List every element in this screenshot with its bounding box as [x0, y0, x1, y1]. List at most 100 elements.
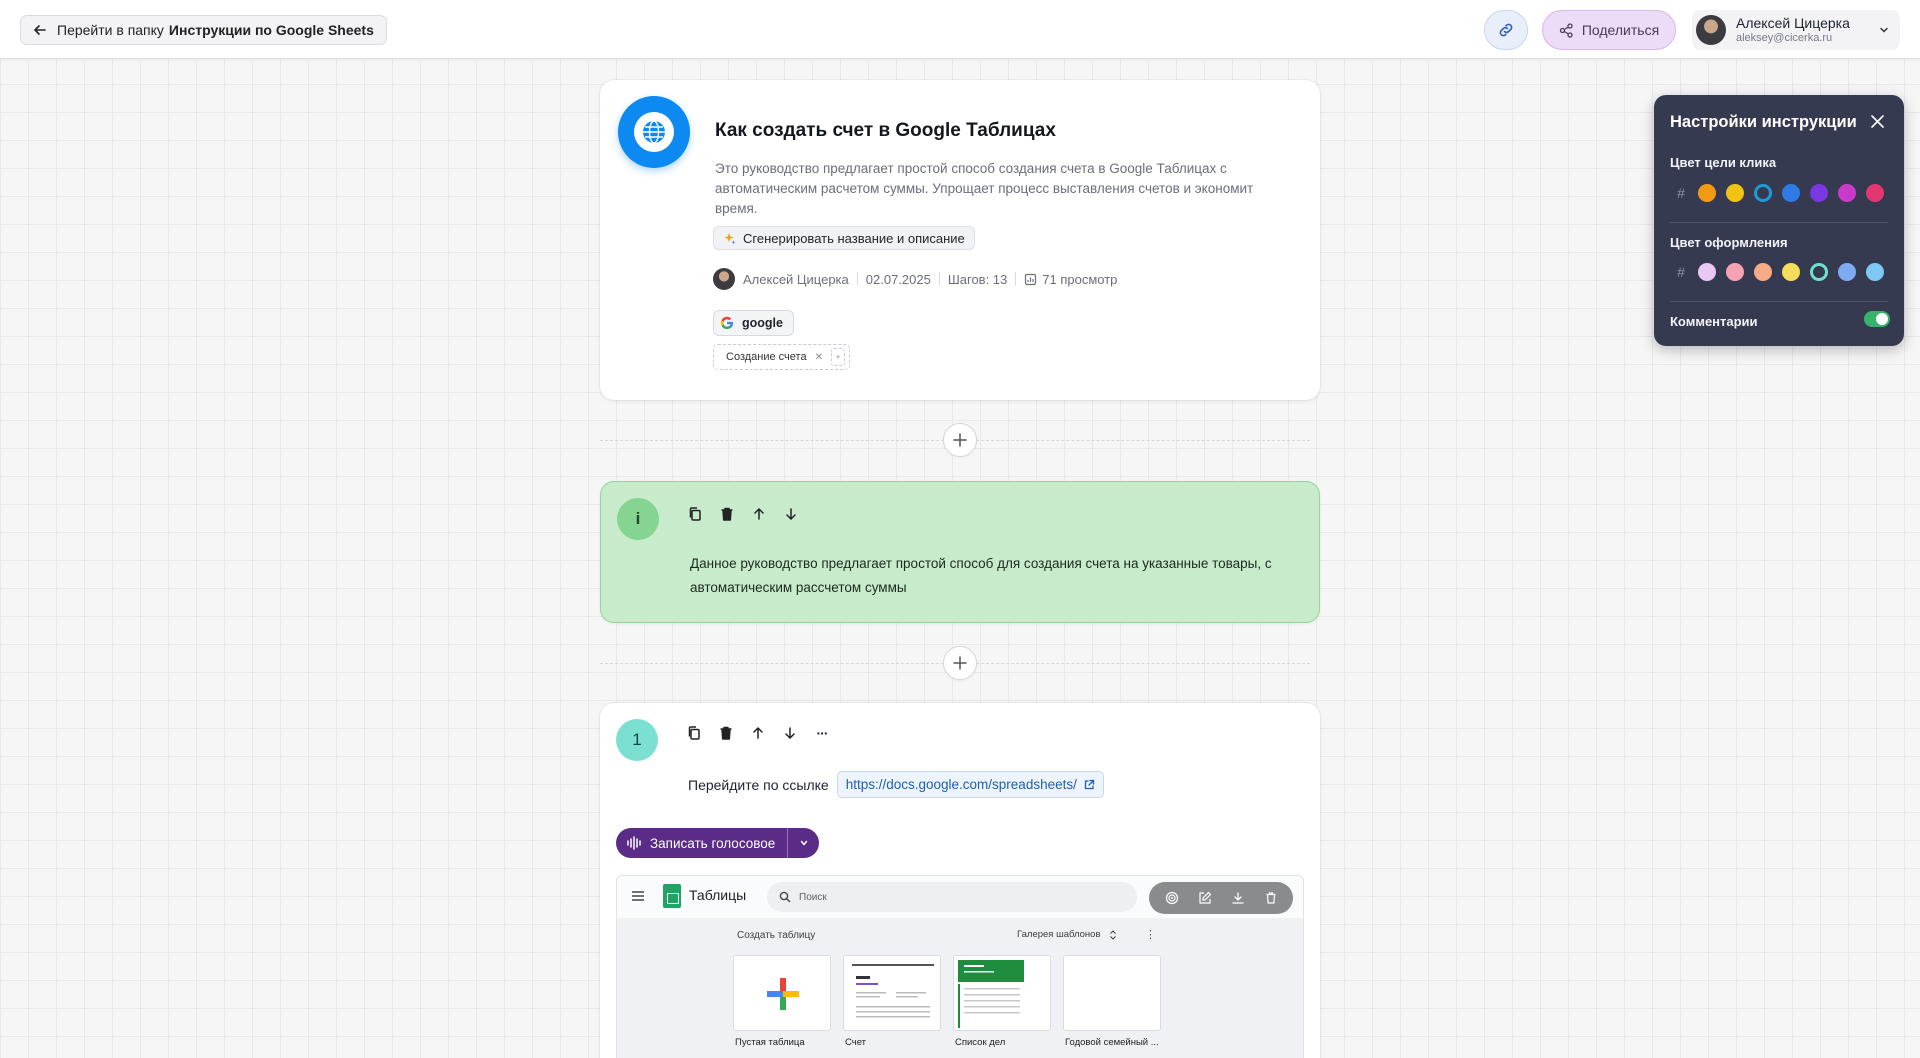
remove-tag-icon[interactable]: ✕ — [815, 352, 823, 363]
chevron-down-icon — [1878, 24, 1890, 36]
views-count: 71 просмотр — [1042, 271, 1118, 287]
comments-toggle[interactable] — [1864, 311, 1890, 327]
edit-icon[interactable] — [1193, 886, 1217, 910]
copy-icon[interactable] — [685, 504, 705, 524]
back-to-folder-button[interactable]: Перейти в папку Инструкции по Google Shee… — [20, 15, 387, 45]
screenshot-create-label: Создать таблицу — [737, 930, 816, 941]
settings-title: Настройки инструкции — [1670, 113, 1857, 131]
generate-label: Сгенерировать название и описание — [743, 230, 965, 246]
step-text[interactable]: Перейдите по ссылке — [688, 777, 829, 793]
url-link[interactable]: https://docs.google.com/spreadsheets/ — [836, 771, 1104, 798]
download-icon[interactable] — [1226, 886, 1250, 910]
info-text[interactable]: Данное руководство предлагает простой сп… — [690, 552, 1300, 600]
template-label: Список дел — [955, 1037, 1006, 1048]
step-screenshot[interactable]: Таблицы Поиск Создать таблицу Галерея ша… — [616, 875, 1304, 1058]
arrow-left-icon — [33, 23, 47, 37]
avatar — [1696, 15, 1726, 45]
click-color-swatch[interactable] — [1810, 184, 1828, 202]
globe-icon[interactable] — [618, 96, 690, 168]
gallery-text: Галерея шаблонов — [1017, 929, 1101, 940]
plus-icon — [952, 655, 968, 671]
design-color-swatch[interactable] — [1838, 263, 1856, 281]
template-label: Пустая таблица — [735, 1037, 805, 1048]
custom-color-hash[interactable]: # — [1674, 264, 1688, 280]
design-color-swatch[interactable] — [1698, 263, 1716, 281]
template-invoice — [843, 955, 941, 1031]
tag-chip-label: Создание счета — [726, 351, 807, 363]
template-label: Счет — [845, 1037, 867, 1048]
template-family-budget — [1063, 955, 1161, 1031]
block-toolbar — [685, 504, 801, 524]
arrow-down-icon[interactable] — [780, 723, 800, 743]
share-label: Поделиться — [1581, 22, 1660, 38]
waveform-icon — [626, 836, 642, 850]
chevron-down-icon — [799, 838, 809, 848]
delete-icon[interactable] — [1259, 886, 1283, 910]
sparkle-icon — [723, 232, 736, 245]
click-color-swatch[interactable] — [1754, 184, 1772, 202]
template-blank — [733, 955, 831, 1031]
unfold-icon — [1109, 929, 1117, 940]
design-color-swatches: # — [1674, 263, 1884, 281]
arrow-up-icon[interactable] — [749, 504, 769, 524]
trash-icon[interactable] — [716, 723, 736, 743]
record-voice-button[interactable]: Записать голосовое — [616, 828, 787, 858]
tag-chip: Создание счета ✕ + — [713, 344, 850, 370]
click-color-swatch[interactable] — [1698, 184, 1716, 202]
add-block-button[interactable] — [943, 646, 977, 680]
user-email: aleksey@cicerka.ru — [1736, 31, 1833, 44]
template-label: Годовой семейный ... — [1065, 1037, 1159, 1048]
step-card: 1 ··· Перейдите по ссылке https://docs.g… — [600, 703, 1320, 1058]
click-color-swatches: # — [1674, 184, 1884, 202]
design-color-swatch[interactable] — [1810, 263, 1828, 281]
google-g-icon — [720, 316, 734, 330]
share-button[interactable]: Поделиться — [1542, 10, 1676, 50]
copy-link-button[interactable] — [1484, 10, 1528, 50]
design-color-label: Цвет оформления — [1670, 235, 1788, 250]
document-meta: Алексей Цицерка 02.07.2025 Шагов: 13 71 … — [713, 268, 1117, 290]
record-voice-label: Записать голосовое — [650, 835, 776, 851]
trash-icon[interactable] — [717, 504, 737, 524]
plus-icon — [952, 432, 968, 448]
screenshot-gallery-label: Галерея шаблонов — [1017, 929, 1117, 940]
copy-icon[interactable] — [684, 723, 704, 743]
step-number-badge: 1 — [616, 719, 658, 761]
info-badge: i — [617, 498, 659, 540]
hamburger-icon — [631, 890, 645, 902]
screenshot-app-name: Таблицы — [689, 887, 747, 903]
click-color-swatch[interactable] — [1782, 184, 1800, 202]
voice-options-dropdown[interactable] — [787, 828, 819, 858]
screenshot-search: Поиск — [767, 882, 1137, 912]
arrow-up-icon[interactable] — [748, 723, 768, 743]
click-color-swatch[interactable] — [1866, 184, 1884, 202]
screenshot-toolbar — [1149, 882, 1293, 914]
author-name: Алексей Цицерка — [743, 271, 849, 287]
target-icon[interactable] — [1160, 886, 1184, 910]
close-icon[interactable] — [1870, 114, 1885, 129]
created-date: 02.07.2025 — [865, 271, 931, 287]
template-todo — [953, 955, 1051, 1031]
custom-color-hash[interactable]: # — [1674, 185, 1688, 201]
views-icon — [1024, 273, 1037, 286]
back-prefix-label: Перейти в папку — [57, 22, 164, 38]
share-icon — [1559, 22, 1574, 38]
add-block-button[interactable] — [943, 423, 977, 457]
click-color-swatch[interactable] — [1726, 184, 1744, 202]
user-menu[interactable]: Алексей Цицерка aleksey@cicerka.ru — [1692, 10, 1900, 50]
design-color-swatch[interactable] — [1782, 263, 1800, 281]
document-title[interactable]: Как создать счет в Google Таблицах — [715, 120, 1056, 142]
app-tag-google[interactable]: google — [713, 310, 794, 336]
design-color-swatch[interactable] — [1866, 263, 1884, 281]
top-bar: Перейти в папку Инструкции по Google Shee… — [0, 0, 1920, 59]
design-color-swatch[interactable] — [1754, 263, 1772, 281]
generate-title-button[interactable]: Сгенерировать название и описание — [713, 226, 975, 250]
add-tag-button[interactable]: + — [830, 348, 845, 366]
author-avatar — [713, 268, 735, 290]
external-link-icon — [1083, 779, 1095, 791]
arrow-down-icon[interactable] — [781, 504, 801, 524]
document-description[interactable]: Это руководство предлагает простой спосо… — [715, 159, 1285, 219]
click-color-swatch[interactable] — [1838, 184, 1856, 202]
more-options-icon[interactable]: ··· — [812, 723, 832, 743]
search-icon — [779, 891, 791, 903]
design-color-swatch[interactable] — [1726, 263, 1744, 281]
